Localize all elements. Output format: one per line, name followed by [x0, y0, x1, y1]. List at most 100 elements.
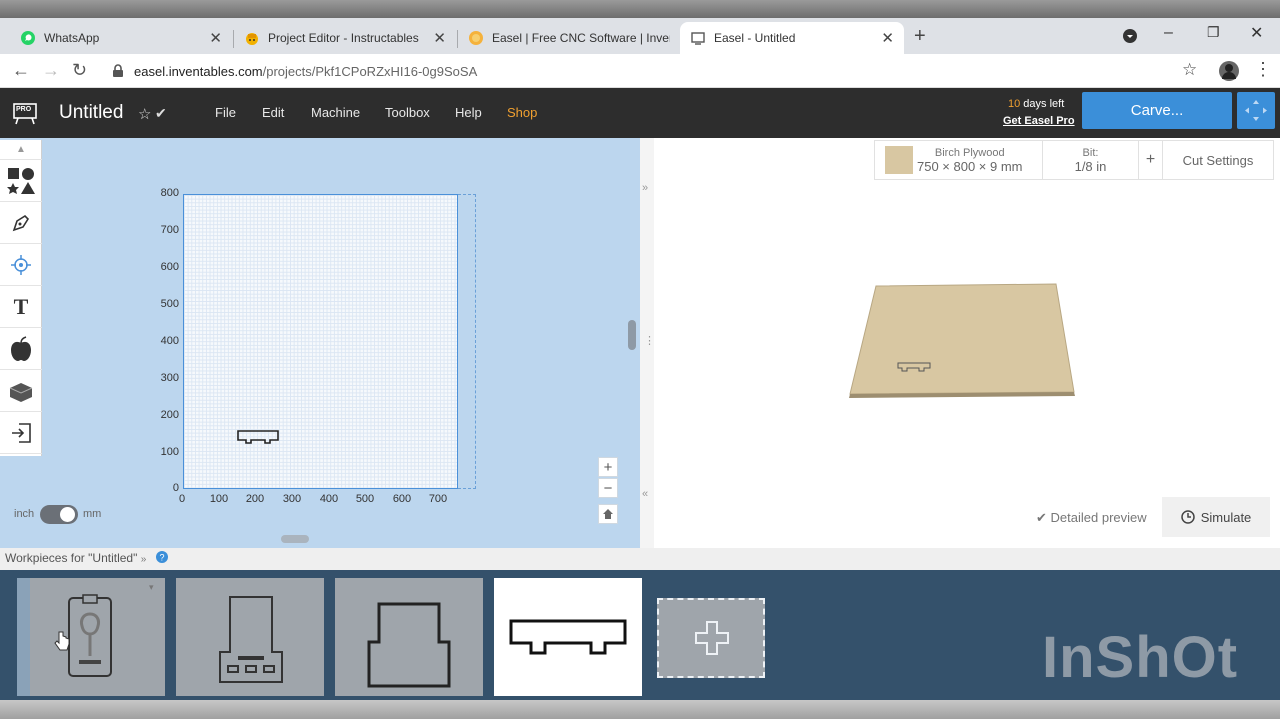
easel-icon [469, 31, 483, 45]
fullscreen-button[interactable] [1237, 92, 1275, 129]
tab-instructables[interactable]: Project Editor - Instructables ✕ [234, 22, 456, 54]
shapes-tool[interactable] [0, 160, 42, 202]
pane-splitter[interactable]: » ⋮ « [640, 138, 655, 548]
menu-toolbox[interactable]: Toolbox [385, 105, 430, 120]
chevron-down-icon[interactable]: » [141, 554, 147, 565]
tab-title: Project Editor - Instructables [268, 31, 419, 45]
inshot-watermark: InShOt [1042, 625, 1239, 690]
workpiece-card-4-selected[interactable] [494, 578, 642, 696]
whatsapp-icon [21, 31, 35, 45]
zoom-out-button[interactable]: − [598, 478, 618, 498]
menu-help[interactable]: Help [455, 105, 482, 120]
detailed-preview-toggle[interactable]: ✔ Detailed preview [1036, 510, 1147, 526]
point-tool[interactable] [0, 244, 42, 286]
url-path: /projects/Pkf1CPoRZxHI16-0g9SoSA [262, 63, 478, 79]
x-tick: 0 [178, 493, 186, 505]
bookmark-star-icon[interactable]: ☆ [1182, 60, 1197, 80]
lego-brick-icon [9, 382, 33, 402]
tab-title: Easel - Untitled [714, 31, 796, 45]
workpiece-card-2[interactable] [176, 578, 324, 696]
simulate-button[interactable]: Simulate [1162, 497, 1270, 537]
card-menu-icon[interactable]: ▾ [149, 582, 154, 593]
add-bit-button[interactable]: + [1139, 141, 1163, 179]
menu-machine[interactable]: Machine [311, 105, 360, 120]
reload-icon[interactable]: ↻ [72, 60, 87, 81]
unit-toggle[interactable] [40, 505, 78, 524]
project-title[interactable]: Untitled [59, 102, 123, 124]
vertical-scroll-handle[interactable] [628, 320, 636, 350]
x-tick: 600 [392, 493, 412, 505]
avatar[interactable] [1218, 60, 1240, 82]
workpiece-outline-shape[interactable] [236, 429, 280, 445]
material-3d-preview [849, 283, 1075, 398]
bit-selector[interactable]: Bit: 1/8 in [1043, 141, 1139, 179]
close-icon[interactable]: ✕ [209, 29, 222, 47]
x-tick: 300 [282, 493, 302, 505]
expand-right-icon[interactable]: » [642, 182, 648, 194]
workpiece-card-3[interactable] [335, 578, 483, 696]
tab-whatsapp[interactable]: WhatsApp ✕ [10, 22, 232, 54]
home-view-button[interactable] [598, 504, 618, 524]
material-dimensions: 750 × 800 × 9 mm [917, 158, 1023, 174]
apple-icon [11, 335, 31, 361]
unit-inch-label: inch [14, 508, 35, 520]
target-icon [11, 254, 31, 275]
check-icon: ✔ [1036, 510, 1047, 525]
workpiece-card-1[interactable]: ▾ [17, 578, 165, 696]
back-arrow-icon[interactable]: ← [12, 60, 30, 81]
zoom-in-button[interactable]: + [598, 457, 618, 477]
expand-arrows-icon [1245, 100, 1267, 121]
workpieces-header: Workpieces for "Untitled" » ? [0, 548, 1280, 570]
restore-icon[interactable]: ❐ [1207, 24, 1220, 41]
y-tick: 100 [160, 446, 179, 458]
get-pro-link[interactable]: Get Easel Pro [1003, 115, 1075, 127]
x-tick: 200 [245, 493, 265, 505]
material-overflow-border [458, 194, 476, 489]
forward-arrow-icon[interactable]: → [42, 60, 60, 81]
apps-tool[interactable] [0, 370, 42, 412]
profile-menu-icon[interactable] [1122, 28, 1138, 44]
horizontal-scroll-handle[interactable] [281, 535, 309, 543]
days-left-text: days left [1020, 98, 1065, 110]
text-t-icon: T [13, 293, 29, 319]
tab-easel-untitled[interactable]: Easel - Untitled ✕ [680, 22, 904, 54]
days-left-count: 10 [1008, 98, 1021, 110]
bit-label: Bit: [1082, 146, 1099, 159]
expand-left-icon[interactable]: « [642, 488, 648, 500]
menu-file[interactable]: File [215, 105, 236, 120]
x-tick: 700 [428, 493, 448, 505]
collapse-up-icon[interactable]: ▲ [0, 140, 42, 160]
menu-shop[interactable]: Shop [507, 105, 537, 120]
close-icon[interactable]: ✕ [881, 29, 894, 47]
close-icon[interactable]: ✕ [433, 29, 446, 47]
workpiece-thumbnail-3 [367, 602, 451, 688]
simulate-label: Simulate [1200, 509, 1252, 525]
add-workpiece-button[interactable] [657, 598, 765, 678]
minimize-icon[interactable]: – [1164, 24, 1173, 42]
icon-library-tool[interactable] [0, 328, 42, 370]
easel-pro-logo[interactable]: PRO [12, 99, 38, 125]
lock-icon [113, 64, 123, 77]
window-close-icon[interactable]: ✕ [1250, 23, 1263, 43]
tab-easel-cnc[interactable]: Easel | Free CNC Software | Inven [458, 22, 680, 54]
workpieces-label: Workpieces for "Untitled" [5, 551, 138, 565]
tab-title: Easel | Free CNC Software | Inven [492, 31, 670, 45]
text-tool[interactable]: T [0, 286, 42, 328]
pen-tool[interactable] [0, 202, 42, 244]
tool-palette: ▲ T [0, 140, 42, 456]
home-icon [603, 509, 613, 519]
material-name: Birch Plywood [934, 146, 1005, 159]
favorite-star-icon[interactable]: ☆ [138, 105, 151, 123]
window-top-strip [0, 0, 1280, 18]
carve-button[interactable]: Carve... [1082, 92, 1232, 129]
more-menu-icon[interactable]: ⋮ [1254, 59, 1272, 80]
import-tool[interactable] [0, 412, 42, 454]
new-tab-button[interactable]: + [914, 25, 926, 48]
material-selector[interactable]: Birch Plywood 750 × 800 × 9 mm [875, 141, 1043, 179]
menu-edit[interactable]: Edit [262, 105, 284, 120]
help-icon[interactable]: ? [155, 551, 168, 563]
url-field[interactable]: easel.inventables.com/projects/Pkf1CPoRZ… [104, 58, 1204, 84]
workspace-grid[interactable] [183, 194, 458, 489]
cut-settings-button[interactable]: Cut Settings [1163, 141, 1273, 179]
3d-preview-pane[interactable] [654, 138, 1280, 548]
